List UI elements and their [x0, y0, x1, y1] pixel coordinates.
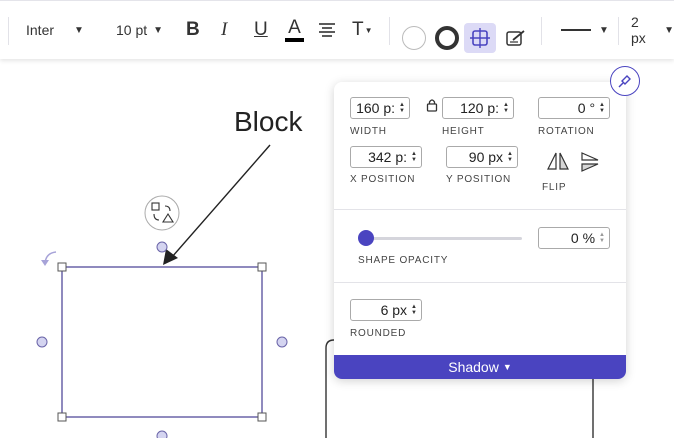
width-label: WIDTH [350, 126, 387, 137]
spinner-icon[interactable]: ▲ ▼ [411, 304, 417, 316]
spinner-icon[interactable]: ▲ ▼ [507, 151, 513, 163]
y-position-label: Y POSITION [446, 174, 512, 185]
connection-point-top [156, 241, 168, 253]
shadow-label: Shadow [448, 359, 499, 375]
panel-divider [334, 209, 626, 210]
background-shape [325, 339, 335, 438]
rotation-label: ROTATION [538, 126, 595, 137]
rounded-label: ROUNDED [350, 328, 407, 339]
height-input[interactable]: 120 p: ▲ ▼ [442, 97, 514, 119]
y-position-value: 90 px [468, 149, 504, 165]
lock-aspect-icon[interactable] [426, 98, 438, 112]
opacity-value: 0 % [570, 230, 596, 246]
width-value: 160 p: [356, 100, 396, 116]
resize-handle-bottom-left [57, 412, 67, 422]
opacity-label: SHAPE OPACITY [358, 255, 449, 266]
shape-options-panel: 160 p: ▲ ▼ 120 p: ▲ ▼ 0 ° ▲ ▼ WIDTH HEIGHT … [334, 82, 626, 379]
shadow-dropdown-button[interactable]: Shadow ▼ [334, 355, 626, 379]
spinner-icon[interactable]: ▲ ▼ [599, 102, 605, 114]
resize-handle-bottom-right [257, 412, 267, 422]
connection-point-bottom [156, 430, 168, 438]
x-position-value: 342 p: [368, 149, 408, 165]
rounded-value: 6 px [380, 302, 408, 318]
connection-point-right [276, 336, 288, 348]
opacity-input[interactable]: 0 % ▲ ▼ [538, 227, 610, 249]
rotation-input[interactable]: 0 ° ▲ ▼ [538, 97, 610, 119]
spinner-icon[interactable]: ▲ ▼ [503, 102, 509, 114]
x-position-input[interactable]: 342 p: ▲ ▼ [350, 146, 422, 168]
resize-handle-top-left [57, 262, 67, 272]
rotate-arrow-icon [41, 260, 49, 266]
selected-rectangle [61, 266, 263, 418]
connection-point-left [36, 336, 48, 348]
opacity-slider-track[interactable] [362, 237, 522, 240]
spinner-icon[interactable]: ▲ ▼ [599, 232, 605, 244]
opacity-slider-thumb[interactable] [358, 230, 374, 246]
width-input[interactable]: 160 p: ▲ ▼ [350, 97, 410, 119]
flip-horizontal-icon[interactable] [546, 151, 570, 171]
y-position-input[interactable]: 90 px ▲ ▼ [446, 146, 518, 168]
rounded-input[interactable]: 6 px ▲ ▼ [350, 299, 422, 321]
height-value: 120 p: [460, 100, 500, 116]
flip-vertical-icon[interactable] [580, 151, 600, 173]
arrow-connector [171, 144, 271, 258]
flip-label: FLIP [542, 182, 567, 193]
rotation-value: 0 ° [577, 100, 596, 116]
panel-divider [334, 282, 626, 283]
pin-panel-button[interactable] [610, 66, 640, 96]
chevron-down-icon: ▼ [502, 362, 512, 372]
replace-shape-button [144, 195, 180, 231]
spinner-icon[interactable]: ▲ ▼ [399, 102, 405, 114]
resize-handle-top-right [257, 262, 267, 272]
x-position-label: X POSITION [350, 174, 416, 185]
spinner-icon[interactable]: ▲ ▼ [411, 151, 417, 163]
height-label: HEIGHT [442, 126, 485, 137]
pin-icon [618, 75, 631, 88]
